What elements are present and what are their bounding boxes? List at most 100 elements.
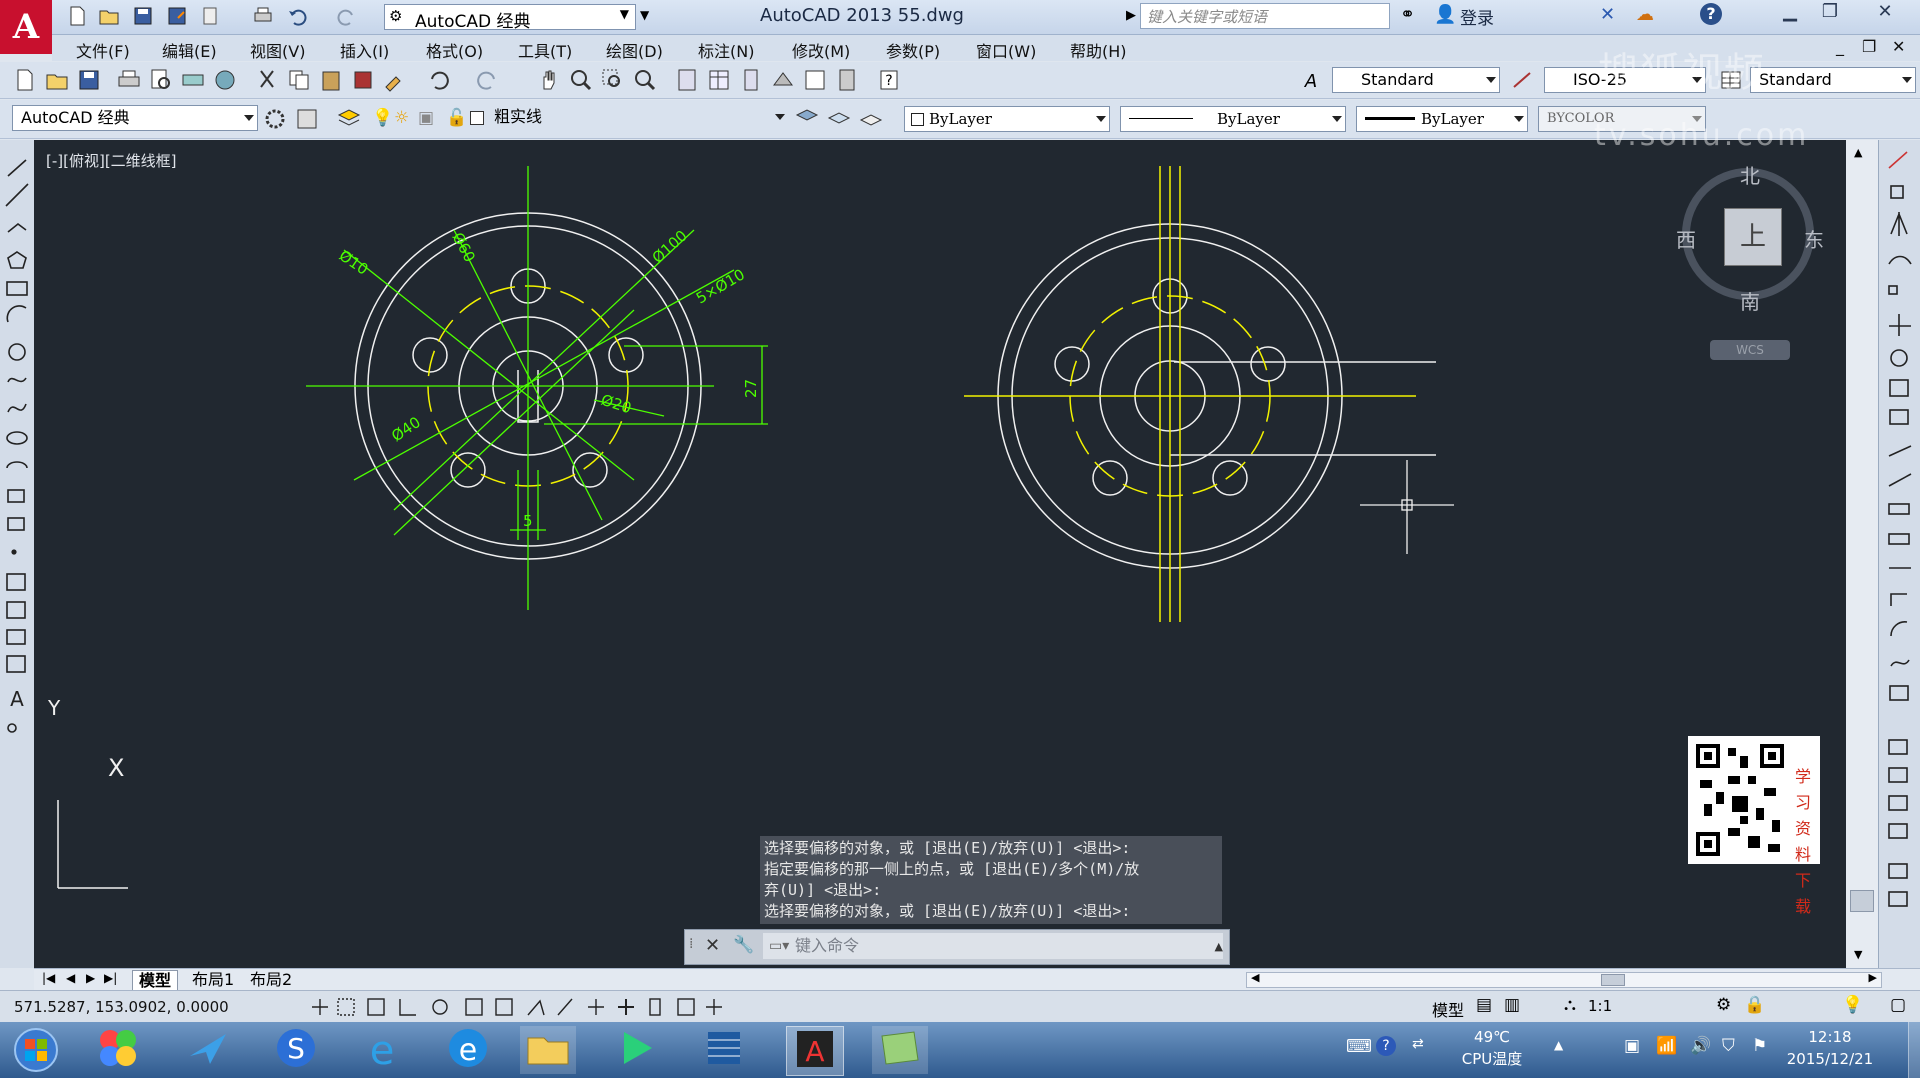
tray-keyboard-icon[interactable]: ⌨: [1346, 1036, 1372, 1057]
taskbar-sogou-icon[interactable]: S: [268, 1026, 324, 1074]
scroll-thumb[interactable]: [1850, 890, 1874, 912]
copy-icon[interactable]: [286, 67, 312, 93]
tab-last-icon[interactable]: ▶|: [104, 971, 117, 985]
binoculars-icon[interactable]: ⚭: [1400, 4, 1415, 25]
cut-icon[interactable]: [254, 67, 280, 93]
help-icon[interactable]: ?: [1700, 3, 1722, 25]
layer-previous-icon[interactable]: [826, 106, 852, 132]
workspace-combo[interactable]: AutoCAD 经典: [12, 105, 258, 131]
taskbar-bird-icon[interactable]: [180, 1026, 236, 1074]
linetype-select[interactable]: ByLayer: [1120, 106, 1346, 132]
menu-edit[interactable]: 编辑(E): [162, 38, 217, 62]
navcube-wcs-menu[interactable]: WCS: [1710, 340, 1790, 360]
redo-toolbar-icon[interactable]: [476, 67, 502, 93]
scroll-up-icon[interactable]: ▲: [1854, 146, 1862, 159]
tab-model[interactable]: 模型: [132, 970, 179, 992]
quickcalc-icon[interactable]: [834, 67, 860, 93]
tab-layout1[interactable]: 布局1: [186, 970, 240, 990]
new-icon[interactable]: [12, 67, 38, 93]
qr-code-ad[interactable]: 学习资料下载: [1688, 736, 1820, 916]
hscroll-left-icon[interactable]: ◀: [1251, 971, 1259, 984]
3d-dwf-icon[interactable]: [212, 67, 238, 93]
plot-icon[interactable]: [116, 67, 142, 93]
menu-dimension[interactable]: 标注(N): [698, 38, 754, 62]
paste-icon[interactable]: [318, 67, 344, 93]
publish-toolbar-icon[interactable]: [180, 67, 206, 93]
menu-view[interactable]: 视图(V): [250, 38, 305, 62]
tray-volume-icon[interactable]: 🔊: [1690, 1036, 1711, 1056]
restore-button[interactable]: ❐: [1810, 0, 1850, 26]
design-center-icon[interactable]: [706, 67, 732, 93]
new-file-icon[interactable]: [66, 5, 92, 27]
hscroll-thumb[interactable]: [1601, 974, 1625, 986]
save-icon[interactable]: [132, 5, 158, 27]
menu-file[interactable]: 文件(F): [76, 38, 130, 62]
start-button[interactable]: [8, 1026, 64, 1074]
color-select[interactable]: ByLayer: [904, 106, 1110, 132]
autocad-logo-icon[interactable]: A: [0, 0, 52, 54]
command-grip-icon[interactable]: ⁞: [689, 936, 693, 952]
tray-flag-icon[interactable]: ⚑: [1752, 1036, 1767, 1056]
pan-icon[interactable]: [536, 67, 562, 93]
vertical-scrollbar[interactable]: ▲ ▼: [1846, 140, 1878, 968]
isolate-objects-icon[interactable]: 💡: [1842, 995, 1863, 1015]
taskbar-notes-icon[interactable]: [872, 1026, 928, 1074]
taskbar-player-icon[interactable]: [608, 1026, 664, 1074]
dim-style-icon[interactable]: [1510, 67, 1536, 93]
viewport-controls-label[interactable]: [-][俯视][二维线框]: [46, 150, 177, 171]
tab-next-icon[interactable]: ▶: [86, 971, 95, 985]
save-as-icon[interactable]: [166, 5, 192, 27]
markup-icon[interactable]: [802, 67, 828, 93]
zoom-realtime-icon[interactable]: [568, 67, 594, 93]
dim-style-select[interactable]: ISO-25: [1544, 67, 1706, 93]
scroll-down-icon[interactable]: ▼: [1854, 948, 1862, 961]
doc-restore-icon[interactable]: ❐: [1862, 37, 1876, 56]
copy-with-base-icon[interactable]: [350, 67, 376, 93]
search-input[interactable]: 键入关键字或短语: [1140, 3, 1390, 29]
layer-select[interactable]: 粗实线: [470, 105, 788, 131]
annotation-scale-icon[interactable]: ⛬: [1564, 995, 1576, 1015]
open-icon[interactable]: [44, 67, 70, 93]
quick-view-drawings-icon[interactable]: ▥: [1504, 995, 1520, 1015]
tray-device-icon[interactable]: ▣: [1624, 1036, 1640, 1056]
close-button[interactable]: ✕: [1860, 0, 1910, 26]
workspace-menu-chevron-icon[interactable]: ▼: [640, 8, 649, 22]
command-close-icon[interactable]: ✕: [705, 935, 720, 956]
lock-ui-icon[interactable]: 🔒: [1744, 995, 1765, 1015]
taskbar-video-icon[interactable]: [696, 1026, 752, 1074]
layer-viewport-icon[interactable]: ▣: [418, 108, 434, 128]
layer-thaw-icon[interactable]: ☼: [394, 108, 409, 128]
tab-layout2[interactable]: 布局2: [244, 970, 298, 990]
make-current-layer-icon[interactable]: [794, 106, 820, 132]
undo-toolbar-icon[interactable]: [424, 67, 450, 93]
annotation-scale-value[interactable]: 1:1: [1588, 997, 1612, 1015]
tray-help-icon[interactable]: ?: [1376, 1036, 1396, 1056]
tool-palettes-icon[interactable]: [738, 67, 764, 93]
menu-tools[interactable]: 工具(T): [518, 38, 572, 62]
undo-icon[interactable]: [286, 5, 312, 27]
taskbar-browser-icon[interactable]: e: [440, 1026, 496, 1074]
autodesk-360-icon[interactable]: ☁: [1636, 4, 1654, 25]
help-toolbar-icon[interactable]: ?: [876, 67, 902, 93]
layer-properties-icon[interactable]: [336, 106, 362, 132]
lineweight-select[interactable]: ByLayer: [1356, 106, 1528, 132]
tab-first-icon[interactable]: |◀: [42, 971, 55, 985]
menu-parametric[interactable]: 参数(P): [886, 38, 940, 62]
search-expand-icon[interactable]: ▶: [1126, 8, 1136, 23]
zoom-previous-icon[interactable]: [632, 67, 658, 93]
minimize-button[interactable]: ▁: [1770, 0, 1810, 26]
table-style-select[interactable]: Standard: [1750, 67, 1916, 93]
tray-shield-icon[interactable]: ⛉: [1722, 1036, 1735, 1056]
navcube-north[interactable]: 北: [1740, 160, 1760, 189]
taskbar-explorer-icon[interactable]: [520, 1026, 576, 1074]
table-style-icon[interactable]: [1718, 67, 1744, 93]
menu-modify[interactable]: 修改(M): [792, 38, 850, 62]
layer-state-icon[interactable]: [858, 106, 884, 132]
text-style-select[interactable]: Standard: [1332, 67, 1500, 93]
taskbar-app-icon[interactable]: [90, 1026, 146, 1074]
taskbar-ie-icon[interactable]: e: [354, 1026, 410, 1074]
tray-network-icon[interactable]: 📶: [1656, 1036, 1677, 1056]
tray-sync-icon[interactable]: ⇄: [1412, 1036, 1424, 1052]
sheet-set-icon[interactable]: [770, 67, 796, 93]
command-customize-icon[interactable]: 🔧: [733, 935, 754, 955]
